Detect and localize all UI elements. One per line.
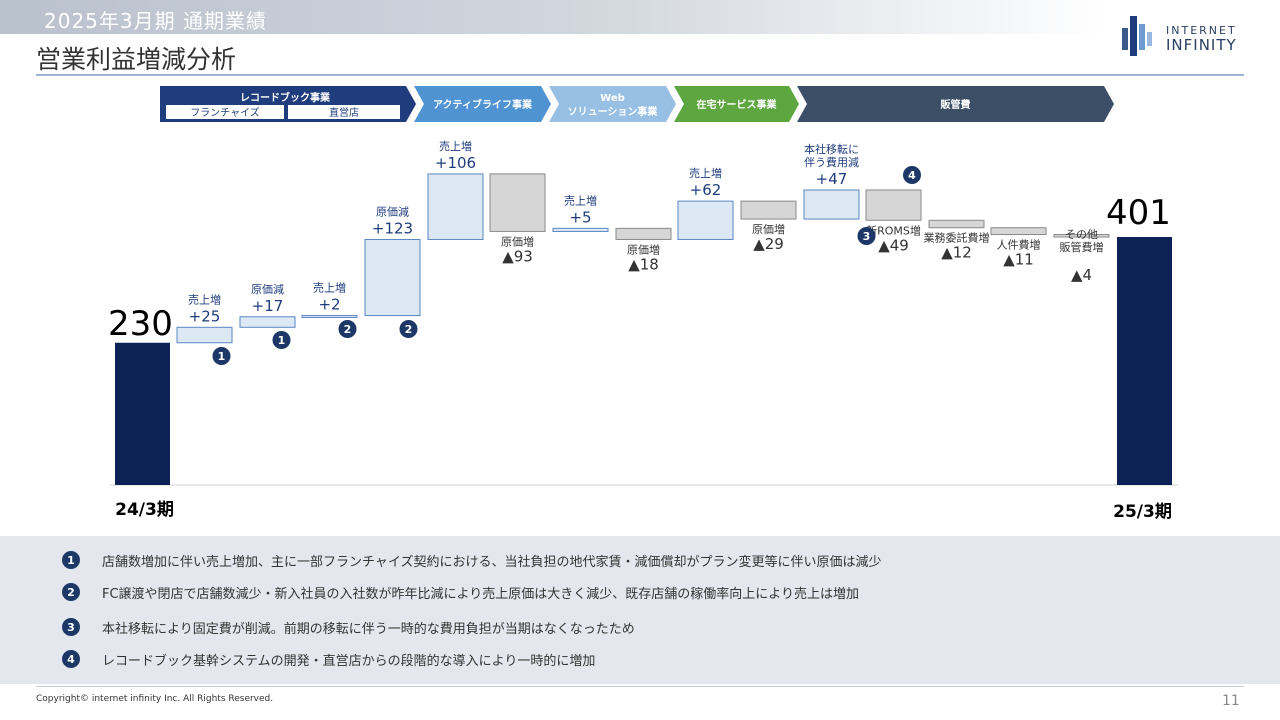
end-category-label: 25/3期 xyxy=(1113,502,1172,522)
waterfall-step-bar xyxy=(803,189,860,220)
end-value-label: 401 xyxy=(1106,193,1171,233)
waterfall-step-bar xyxy=(552,227,609,232)
end-bar xyxy=(1117,237,1172,485)
footer-divider xyxy=(36,686,1244,687)
waterfall-step-bar xyxy=(865,189,922,221)
step-value-label: ▲4 xyxy=(1071,266,1092,284)
step-value-label: ▲93 xyxy=(502,247,533,265)
step-category-label: その他 xyxy=(1065,228,1098,241)
step-category-label: 売上増 xyxy=(564,194,597,207)
waterfall-step-bar xyxy=(928,219,985,229)
step-category-label: 売上増 xyxy=(313,282,346,295)
note-text: FC譲渡や閉店で店舗数減少・新入社員の入社数が昨年比減により売上原価は大きく減少… xyxy=(102,586,860,602)
step-category-label: 本社移転に xyxy=(804,142,859,156)
step-value-label: ▲18 xyxy=(628,255,659,273)
page-number: 11 xyxy=(1222,693,1240,709)
note-item: 1 店舗数増加に伴い売上増加、主に一部フランチャイズ契約における、当社負担の地代… xyxy=(62,549,881,571)
waterfall-step-bar xyxy=(677,200,734,240)
waterfall-step-bar xyxy=(489,173,546,232)
step-category-label: 人件費増 xyxy=(997,238,1041,252)
step-category-label: 伴う費用減 xyxy=(804,155,859,169)
note-item: 4 レコードブック基幹システムの開発・直営店からの段階的な導入により一時的に増加 xyxy=(62,648,595,670)
note-text: 本社移転により固定費が削減。前期の移転に伴う一時的な費用負担が当期はなくなったた… xyxy=(102,621,635,637)
step-category-label: 業務委託費増 xyxy=(924,231,990,245)
note-number-icon: 3 xyxy=(62,618,80,636)
step-category-label: 売上増 xyxy=(689,167,722,180)
step-category-label: 原価減 xyxy=(376,204,409,218)
segment-label: Web xyxy=(600,93,625,104)
step-value-label: ▲49 xyxy=(878,236,909,254)
step-value-label: +123 xyxy=(372,219,413,237)
note-item: 3 本社移転により固定費が削減。前期の移転に伴う一時的な費用負担が当期はなくなっ… xyxy=(62,616,635,638)
waterfall-step-bar xyxy=(615,227,672,240)
step-value-label: ▲12 xyxy=(941,244,972,262)
step-value-label: ▲11 xyxy=(1003,251,1034,269)
step-category-label: 売上増 xyxy=(439,140,472,153)
waterfall-step-bar xyxy=(301,315,358,319)
step-marker-number: 2 xyxy=(405,323,413,336)
step-value-label: +5 xyxy=(569,208,591,226)
step-value-label: +2 xyxy=(318,296,340,314)
waterfall-step-bar xyxy=(740,200,797,220)
copyright: Copyright© internet infinity Inc. All Ri… xyxy=(36,694,274,704)
step-category-label: 売上増 xyxy=(188,293,221,306)
note-number-icon: 2 xyxy=(62,583,80,601)
step-value-label: +17 xyxy=(252,297,284,315)
step-value-label: +25 xyxy=(189,307,221,325)
note-text: レコードブック基幹システムの開発・直営店からの段階的な導入により一時的に増加 xyxy=(102,653,596,669)
step-value-label: ▲29 xyxy=(753,235,784,253)
start-value-label: 230 xyxy=(108,304,173,344)
note-number-icon: 4 xyxy=(62,650,80,668)
note-text: 店舗数増加に伴い売上増加、主に一部フランチャイズ契約における、当社負担の地代家賃… xyxy=(102,554,882,570)
note-item: 2 FC譲渡や閉店で店舗数減少・新入社員の入社数が昨年比減により売上原価は大きく… xyxy=(62,581,859,603)
step-marker-number: 1 xyxy=(278,334,286,347)
step-category-label: 原価減 xyxy=(251,282,284,296)
segment-label: ソリューション事業 xyxy=(568,105,659,118)
waterfall-step-bar xyxy=(176,326,233,344)
step-category-label: 販管費増 xyxy=(1060,240,1104,254)
step-marker-number: 1 xyxy=(218,350,226,363)
note-number-icon: 1 xyxy=(62,551,80,569)
waterfall-step-bar xyxy=(239,316,296,328)
waterfall-chart: レコードブック事業フランチャイズ 直営店 アクティブライフ事業 Webソリューション事… xyxy=(108,86,1178,522)
segment-label: 販管費 xyxy=(941,98,971,111)
step-value-label: +47 xyxy=(816,170,848,188)
segment-label: レコードブック事業 xyxy=(240,91,331,104)
segment-label: 在宅サービス事業 xyxy=(697,98,778,111)
segment-sub-label: 直営店 xyxy=(329,106,359,119)
waterfall-step-bar xyxy=(364,238,421,317)
step-marker-number: 4 xyxy=(908,169,916,182)
segment-label: アクティブライフ事業 xyxy=(433,98,533,111)
step-marker-number: 2 xyxy=(344,323,352,336)
start-category-label: 24/3期 xyxy=(115,500,174,520)
step-marker-number: 3 xyxy=(863,230,871,243)
start-bar xyxy=(115,342,170,485)
step-value-label: +106 xyxy=(435,154,476,172)
segment-sub-label: フランチャイズ xyxy=(190,106,260,119)
waterfall-step-bar xyxy=(990,227,1047,236)
waterfall-step-bar xyxy=(427,173,484,240)
step-value-label: +62 xyxy=(690,181,722,199)
